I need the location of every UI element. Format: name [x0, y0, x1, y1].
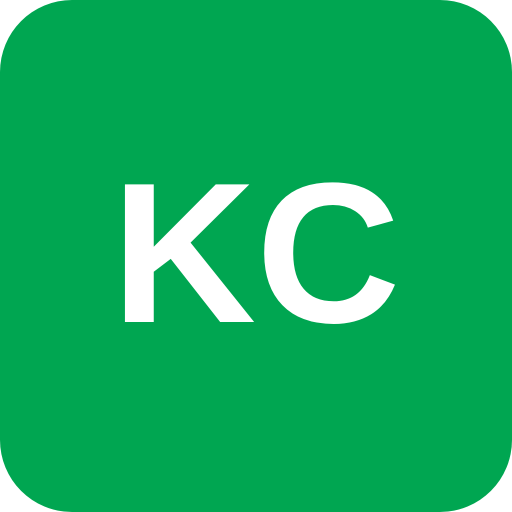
avatar: KC: [0, 0, 512, 512]
avatar-initials: KC: [111, 142, 401, 365]
